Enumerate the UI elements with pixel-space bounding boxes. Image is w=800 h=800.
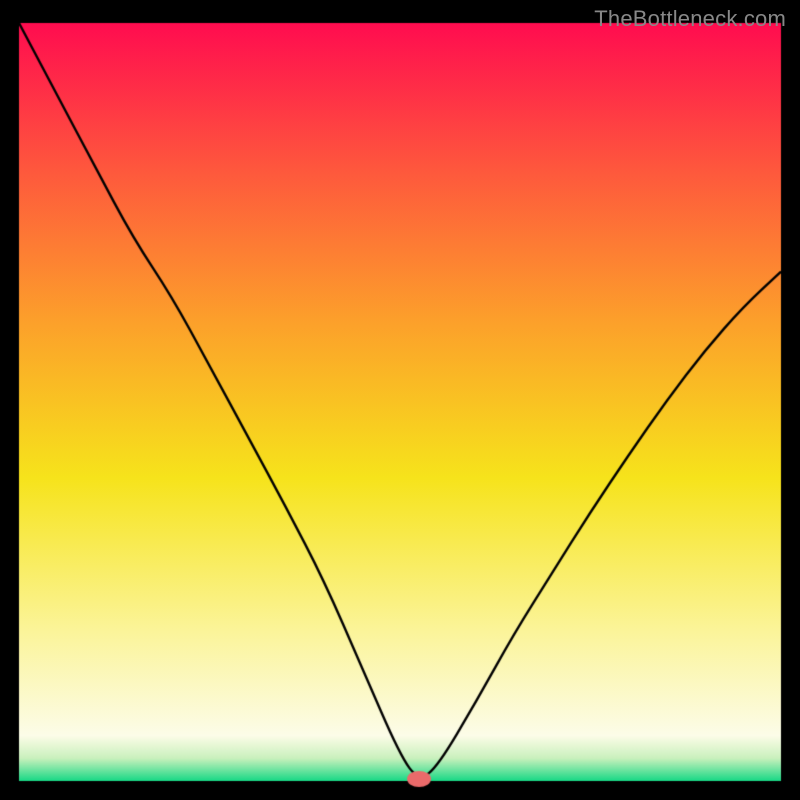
bottleneck-chart	[0, 0, 800, 800]
watermark-text: TheBottleneck.com	[594, 6, 786, 32]
